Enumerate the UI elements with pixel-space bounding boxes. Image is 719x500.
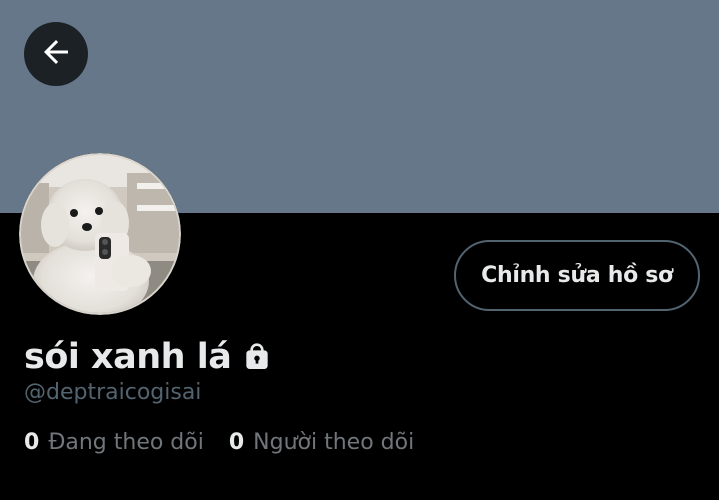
avatar[interactable] <box>19 153 181 315</box>
lock-icon <box>241 341 273 373</box>
following-label: Đang theo dõi <box>48 429 204 455</box>
edit-profile-button[interactable]: Chỉnh sửa hồ sơ <box>454 240 700 311</box>
followers-count: 0 <box>228 429 245 455</box>
arrow-left-icon <box>38 34 74 74</box>
following-count: 0 <box>24 429 40 455</box>
avatar-photo <box>19 153 181 315</box>
back-button[interactable] <box>24 22 88 86</box>
display-name: sói xanh lá <box>24 337 232 377</box>
user-handle: @deptraicogisai <box>24 380 202 405</box>
followers-label: Người theo dõi <box>253 429 415 455</box>
follow-stats: 0 Đang theo dõi 0 Người theo dõi <box>24 425 414 459</box>
following-link[interactable]: 0 Đang theo dõi <box>24 430 204 455</box>
profile-name-row: sói xanh lá <box>24 332 273 382</box>
profile-page: Chỉnh sửa hồ sơ sói xanh lá @deptraicogi… <box>0 0 719 500</box>
followers-link[interactable]: 0 Người theo dõi <box>229 430 414 455</box>
